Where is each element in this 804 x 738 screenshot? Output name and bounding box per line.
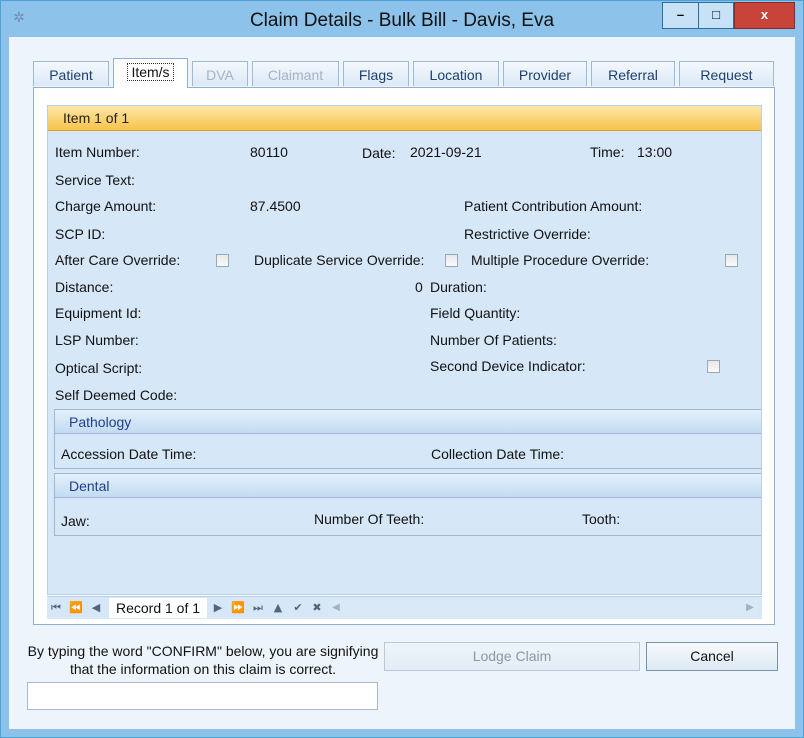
scroll-left-arrow-icon[interactable]: ◀	[329, 599, 343, 616]
item-group-header: Item 1 of 1	[48, 106, 761, 131]
tab-flags-label: Flags	[358, 67, 394, 83]
charge-amount-value[interactable]: 87.4500	[250, 198, 301, 214]
equipment-id-label: Equipment Id:	[55, 305, 142, 321]
distance-value[interactable]: 0	[415, 279, 423, 295]
tab-dva[interactable]: DVA	[192, 61, 248, 86]
cancel-edit-icon[interactable]: ✖	[310, 600, 324, 616]
tab-items[interactable]: Item/s	[113, 58, 188, 88]
tab-request[interactable]: Request	[679, 61, 774, 86]
patient-contribution-label: Patient Contribution Amount:	[464, 198, 643, 214]
lsp-number-label: LSP Number:	[55, 332, 139, 348]
previous-record-icon[interactable]: ◀	[89, 600, 103, 616]
date-value[interactable]: 2021-09-21	[410, 144, 482, 160]
next-page-icon[interactable]: ⏩	[231, 600, 245, 616]
duplicate-service-override-label: Duplicate Service Override:	[254, 252, 425, 268]
tab-dva-label: DVA	[206, 67, 234, 83]
pathology-group-header[interactable]: Pathology	[55, 410, 761, 434]
second-device-indicator-label: Second Device Indicator:	[430, 358, 586, 374]
tab-provider[interactable]: Provider	[503, 61, 587, 86]
tab-claimant-label: Claimant	[267, 67, 324, 83]
minimize-button[interactable]: –	[662, 2, 699, 29]
charge-amount-label: Charge Amount:	[55, 198, 157, 214]
lodge-claim-button[interactable]: Lodge Claim	[384, 642, 640, 671]
restrictive-override-label: Restrictive Override:	[464, 226, 591, 242]
tab-referral-label: Referral	[608, 67, 658, 83]
tab-patient[interactable]: Patient	[33, 61, 109, 86]
time-value[interactable]: 13:00	[637, 144, 672, 160]
tab-patient-label: Patient	[49, 67, 93, 83]
tab-request-label: Request	[700, 67, 753, 83]
multiple-procedure-override-checkbox[interactable]	[725, 254, 738, 267]
duplicate-service-override-checkbox[interactable]	[445, 254, 458, 267]
last-record-icon[interactable]: ⏭	[251, 600, 265, 616]
previous-page-icon[interactable]: ⏪	[69, 600, 83, 616]
record-position: Record 1 of 1	[109, 598, 207, 618]
tab-referral[interactable]: Referral	[591, 61, 675, 86]
service-text-label: Service Text:	[55, 172, 135, 188]
tab-location-label: Location	[429, 67, 483, 83]
multiple-procedure-override-label: Multiple Procedure Override:	[471, 252, 650, 268]
date-label: Date:	[362, 145, 396, 161]
dental-group: Dental Jaw: Number Of Teeth: Tooth:	[54, 473, 761, 536]
close-button[interactable]: x	[734, 2, 795, 29]
number-of-patients-label: Number Of Patients:	[430, 332, 557, 348]
record-navigator: ⏮ ⏪ ◀ Record 1 of 1 ▶ ⏩ ⏭ ▲ ✔ ✖ ◀ ▶	[47, 596, 762, 619]
item-form: Item 1 of 1 Item Number: 80110 Date: 202…	[47, 105, 762, 595]
append-record-icon[interactable]: ▲	[271, 600, 285, 616]
after-care-override-checkbox[interactable]	[216, 254, 229, 267]
maximize-icon: □	[712, 7, 720, 22]
tab-claimant[interactable]: Claimant	[252, 61, 339, 86]
item-number-label: Item Number:	[55, 144, 140, 160]
dental-group-header[interactable]: Dental	[55, 474, 761, 498]
after-care-override-label: After Care Override:	[55, 252, 181, 268]
scroll-right-arrow-icon[interactable]: ▶	[743, 599, 757, 616]
self-deemed-code-label: Self Deemed Code:	[55, 387, 178, 403]
close-icon: x	[760, 7, 769, 22]
accession-date-time-label: Accession Date Time:	[61, 446, 197, 462]
scp-id-label: SCP ID:	[55, 226, 106, 242]
item-number-value[interactable]: 80110	[250, 144, 288, 160]
collection-date-time-label: Collection Date Time:	[431, 446, 565, 462]
number-of-teeth-label: Number Of Teeth:	[314, 511, 425, 527]
first-page-icon[interactable]: ⏮	[49, 600, 63, 616]
pathology-group: Pathology Accession Date Time: Collectio…	[54, 409, 761, 469]
cancel-button[interactable]: Cancel	[646, 642, 778, 671]
minimize-icon: –	[676, 7, 685, 22]
claim-details-window: ✲ Claim Details - Bulk Bill - Davis, Eva…	[0, 0, 804, 738]
jaw-label: Jaw:	[61, 513, 90, 529]
horizontal-scrollbar[interactable]: ◀ ▶	[329, 599, 757, 616]
confirm-instructions: By typing the word "CONFIRM" below, you …	[27, 643, 379, 677]
title-bar: ✲ Claim Details - Bulk Bill - Davis, Eva…	[1, 1, 803, 37]
distance-label: Distance:	[55, 279, 114, 295]
optical-script-label: Optical Script:	[55, 360, 143, 376]
confirm-input[interactable]	[27, 682, 378, 710]
field-quantity-label: Field Quantity:	[430, 305, 521, 321]
duration-label: Duration:	[430, 279, 487, 295]
tooth-label: Tooth:	[582, 511, 621, 527]
post-edit-icon[interactable]: ✔	[291, 600, 305, 616]
time-label: Time:	[590, 144, 625, 160]
second-device-indicator-checkbox[interactable]	[707, 360, 720, 373]
tab-items-label: Item/s	[127, 63, 174, 81]
tab-provider-label: Provider	[518, 67, 572, 83]
maximize-button[interactable]: □	[698, 2, 734, 29]
tab-flags[interactable]: Flags	[343, 61, 409, 86]
tab-location[interactable]: Location	[413, 61, 499, 86]
next-record-icon[interactable]: ▶	[211, 600, 225, 616]
